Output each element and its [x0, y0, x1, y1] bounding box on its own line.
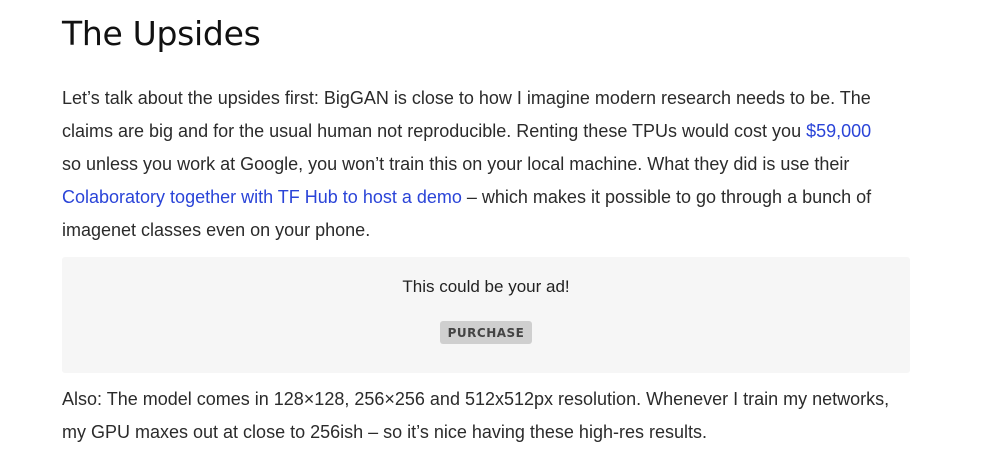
paragraph-upsides: Let’s talk about the upsides first: BigG…: [62, 82, 892, 247]
paragraph-text: so unless you work at Google, you won’t …: [62, 154, 850, 174]
ad-text: This could be your ad!: [402, 277, 570, 296]
colab-demo-link[interactable]: Colaboratory together with TF Hub to hos…: [62, 187, 462, 207]
purchase-button[interactable]: PURCHASE: [440, 321, 532, 344]
paragraph-resolution: Also: The model comes in 128×128, 256×25…: [62, 389, 890, 442]
section-title: The Upsides: [62, 14, 261, 53]
paragraph-text: Let’s talk about the upsides first: BigG…: [62, 88, 871, 141]
cost-link[interactable]: $59,000: [806, 121, 871, 141]
ad-box: This could be your ad! PURCHASE: [62, 257, 910, 373]
